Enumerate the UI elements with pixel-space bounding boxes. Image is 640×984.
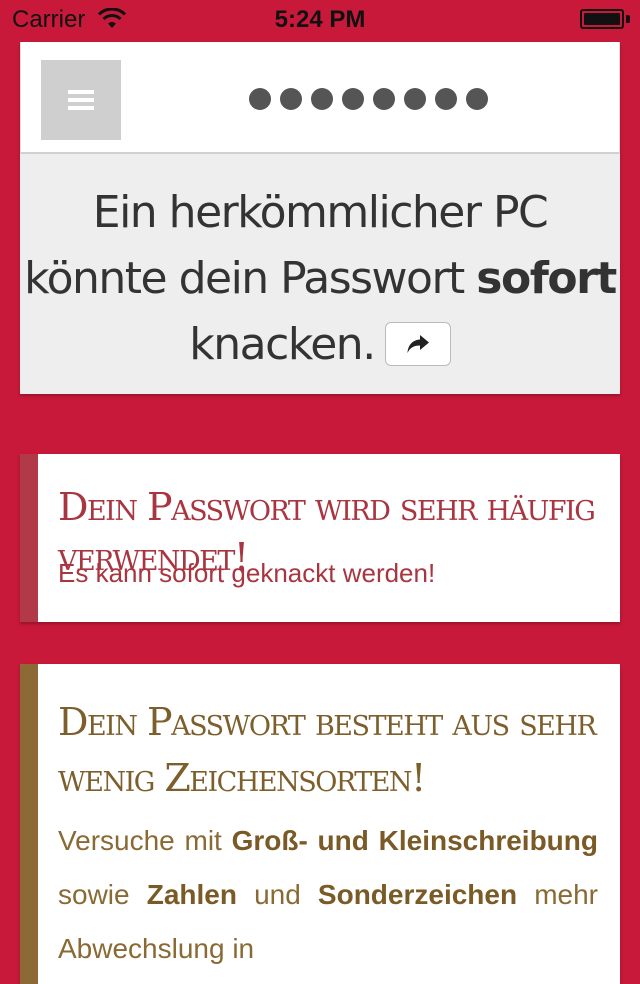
password-field[interactable] — [249, 88, 488, 112]
warning-title: Dein Passwort besteht aus sehr wenig Zei… — [58, 700, 597, 800]
warning-card-common-password: Dein Passwort wird sehr häufig verwendet… — [20, 454, 620, 622]
share-button[interactable] — [384, 322, 451, 366]
crack-time-result: Ein herkömmlicher PC könnte dein Passwor… — [20, 180, 620, 378]
warning-text-emphasis: Zahlen — [146, 879, 237, 910]
result-text-end: knacken. — [189, 319, 376, 370]
warning-text-part: sowie — [58, 879, 147, 910]
warning-text-emphasis: Groß- und Kleinschreibung — [231, 825, 598, 856]
password-mask-dot — [311, 88, 333, 110]
password-mask-dot — [435, 88, 457, 110]
clock: 5:24 PM — [274, 6, 366, 33]
warning-accent-bar — [20, 454, 38, 622]
password-header — [20, 42, 620, 154]
password-strength-card: Ein herkömmlicher PC könnte dein Passwor… — [20, 42, 620, 394]
status-bar: Carrier 5:24 PM — [0, 0, 640, 40]
warning-text-part: Versuche mit — [58, 825, 232, 856]
warning-text-emphasis: Sonderzeichen — [317, 879, 518, 910]
warning-text-part: und — [236, 879, 318, 910]
battery-icon — [580, 9, 630, 29]
warning-accent-bar — [20, 664, 38, 984]
password-mask-dot — [466, 88, 488, 110]
password-mask-dot — [342, 88, 364, 110]
password-mask-dot — [404, 88, 426, 110]
hamburger-icon — [68, 90, 94, 110]
warning-card-character-types: Dein Passwort besteht aus sehr wenig Zei… — [20, 664, 620, 984]
menu-button[interactable] — [41, 60, 121, 140]
password-mask-dot — [280, 88, 302, 110]
warning-text: Versuche mit Groß- und Kleinschreibung s… — [58, 814, 598, 976]
result-emphasis: sofort — [476, 253, 617, 304]
result-text: Ein herkömmlicher PC könnte dein Passwor… — [24, 187, 549, 304]
share-arrow-icon — [407, 335, 429, 353]
warning-text: Es kann sofort geknackt werden! — [58, 558, 436, 588]
password-mask-dot — [373, 88, 395, 110]
password-mask-dot — [249, 88, 271, 110]
